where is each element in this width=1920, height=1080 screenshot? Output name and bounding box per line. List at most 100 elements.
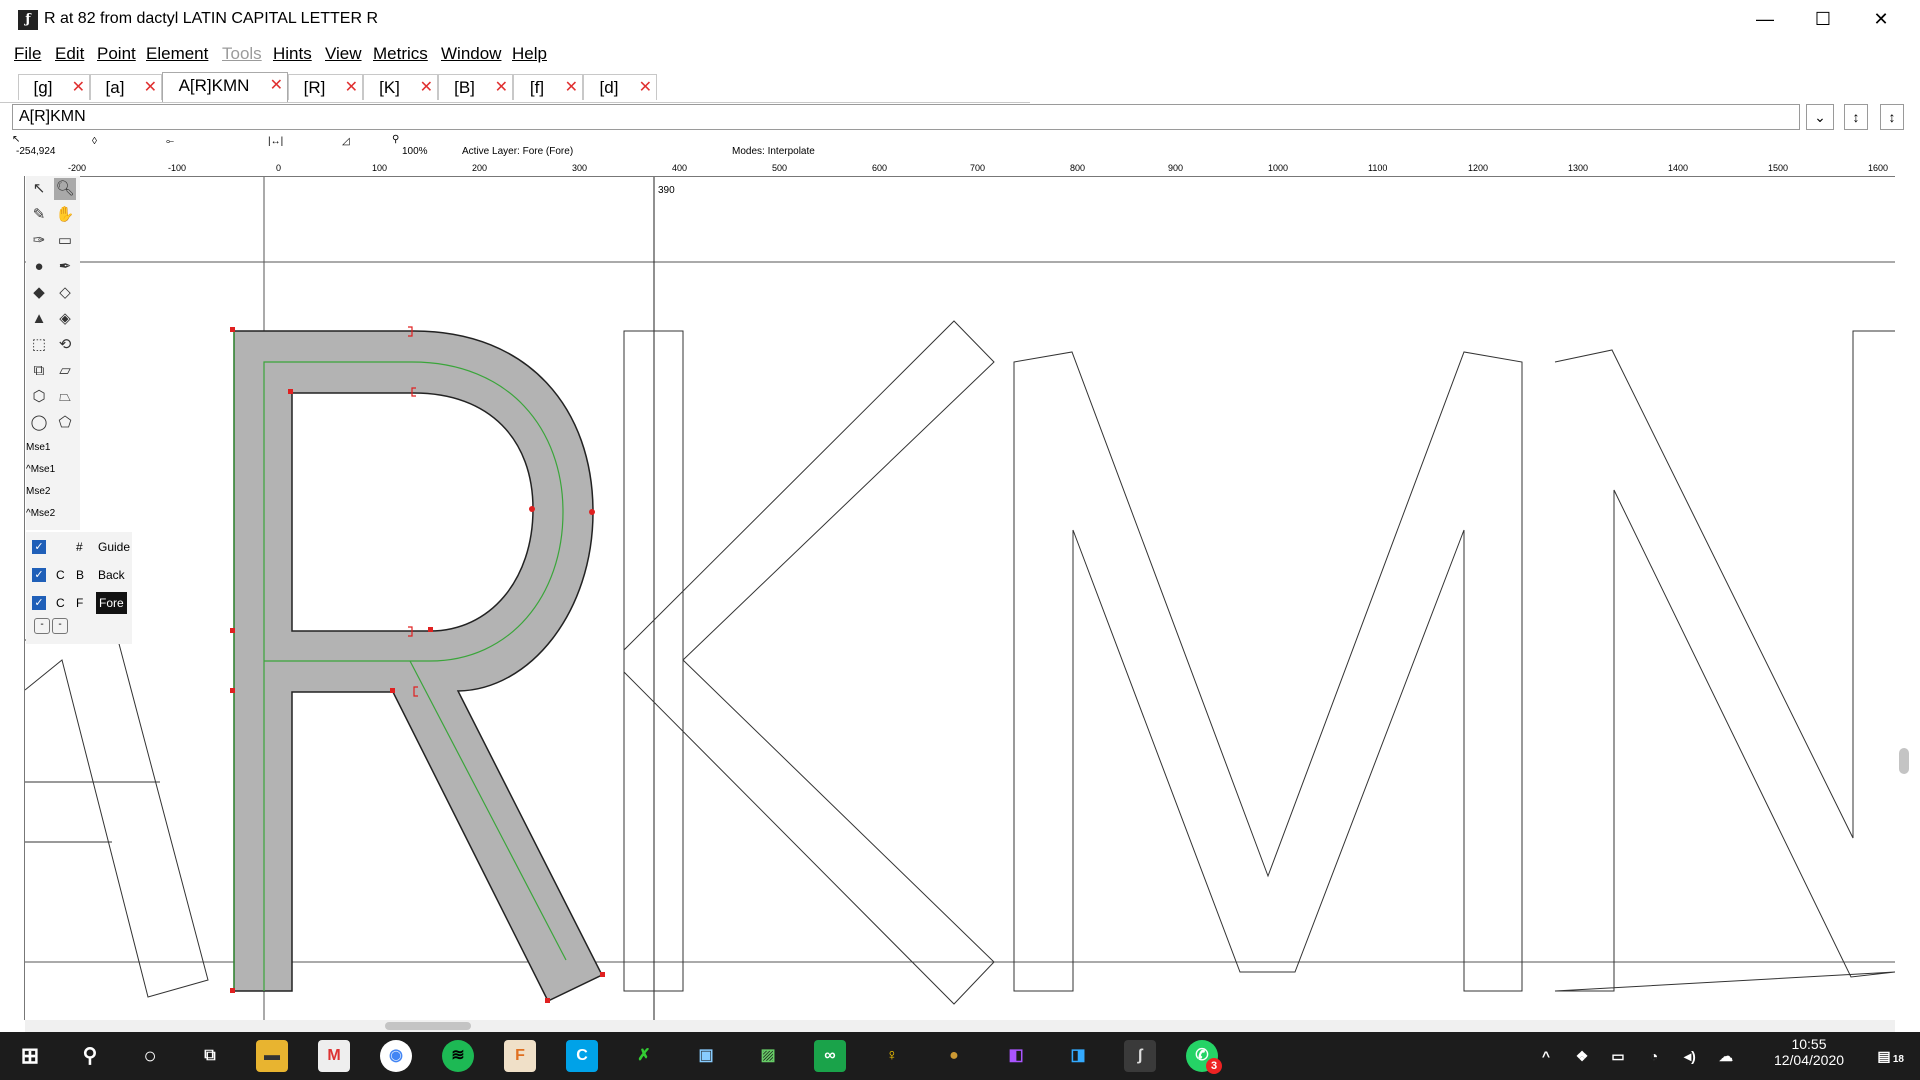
checkbox[interactable]: ✓ <box>32 568 46 582</box>
perspective-tool[interactable]: ⏢ <box>54 386 76 408</box>
vscode-icon[interactable]: ◨ <box>1062 1040 1094 1072</box>
close-icon[interactable]: ✕ <box>270 73 283 99</box>
skew-tool[interactable]: ▱ <box>54 360 76 382</box>
menu-window[interactable]: Window <box>441 44 501 64</box>
windows-start-icon[interactable]: ⊞ <box>14 1040 46 1072</box>
whatsapp-icon[interactable]: ✆ 3 <box>1186 1040 1222 1074</box>
gmail-icon[interactable]: M <box>318 1040 350 1072</box>
scroll-tool[interactable]: ✋ <box>54 204 76 226</box>
dropdown-button[interactable]: ⌄ <box>1806 104 1834 130</box>
tab-g[interactable]: [g] ✕ <box>18 74 90 100</box>
glyph-r <box>233 330 604 1002</box>
file-explorer-icon[interactable]: ▬ <box>256 1040 288 1072</box>
menu-tools[interactable]: Tools <box>222 44 262 64</box>
tangent-point-tool[interactable]: ▲ <box>28 308 50 330</box>
knife-tool[interactable]: ✑ <box>28 230 50 252</box>
chevron-down-icon: ⌄ <box>1814 109 1826 125</box>
menu-point[interactable]: Point <box>97 44 136 64</box>
ruler-tick: 400 <box>672 163 688 173</box>
menu-edit[interactable]: Edit <box>55 44 84 64</box>
layer-guide[interactable]: ✓ # Guide <box>26 534 132 560</box>
chrome-icon[interactable]: ◉ <box>380 1040 412 1072</box>
arduino-icon[interactable]: ∞ <box>814 1040 846 1072</box>
notifications-icon[interactable]: ▤ 18 <box>1868 1040 1904 1072</box>
remove-layer-button[interactable]: - <box>34 618 50 634</box>
pen-tool[interactable]: ✒ <box>54 256 76 278</box>
clock[interactable]: 10:55 12/04/2020 <box>1764 1036 1854 1068</box>
horizontal-scrollbar[interactable] <box>25 1020 1895 1032</box>
show-hidden-icons[interactable]: ^ <box>1530 1040 1562 1072</box>
close-window-button[interactable]: ✕ <box>1852 0 1910 40</box>
x-app-icon[interactable]: ✗ <box>628 1040 660 1072</box>
tab-d[interactable]: [d] ✕ <box>583 74 657 100</box>
scroll-thumb[interactable] <box>1899 748 1909 774</box>
menu-element[interactable]: Element <box>146 44 208 64</box>
c-app-icon[interactable]: C <box>566 1040 598 1072</box>
menu-view[interactable]: View <box>325 44 362 64</box>
corner-point-tool[interactable]: ◇ <box>54 282 76 304</box>
curve-point-tool[interactable]: ● <box>28 256 50 278</box>
tab-a[interactable]: [a] ✕ <box>90 74 162 100</box>
scale-tool[interactable]: ⬚ <box>28 334 50 356</box>
ruler-tick: 700 <box>970 163 986 173</box>
flip-tool[interactable]: ⧉ <box>28 360 50 382</box>
close-icon[interactable]: ✕ <box>345 75 358 101</box>
layer-back[interactable]: ✓ C B Back <box>26 562 132 588</box>
spotify-icon[interactable]: ≋ <box>442 1040 474 1072</box>
polygon-tool[interactable]: ⬠ <box>54 412 76 434</box>
close-icon[interactable]: ✕ <box>72 75 85 101</box>
battery-icon[interactable]: ▭ <box>1602 1040 1634 1072</box>
close-icon[interactable]: ✕ <box>495 75 508 101</box>
width-icon: |↔| <box>268 136 284 147</box>
close-icon[interactable]: ✕ <box>420 75 433 101</box>
spin-button[interactable]: ↕ <box>1880 104 1904 130</box>
ruler-tool[interactable]: ▭ <box>54 230 76 252</box>
photo-app-icon[interactable]: ▨ <box>752 1040 784 1072</box>
tab-f[interactable]: [f] ✕ <box>513 74 583 100</box>
tab-k[interactable]: [K] ✕ <box>363 74 438 100</box>
volume-icon[interactable]: ◂) <box>1674 1040 1706 1072</box>
globe-app-icon[interactable]: ● <box>938 1040 970 1072</box>
3d-rotate-tool[interactable]: ⬡ <box>28 386 50 408</box>
close-icon[interactable]: ✕ <box>144 75 157 101</box>
menu-help[interactable]: Help <box>512 44 547 64</box>
scroll-thumb[interactable] <box>385 1022 471 1030</box>
search-icon[interactable]: ⚲ <box>74 1040 106 1072</box>
freehand-tool[interactable]: ✎ <box>28 204 50 226</box>
tab-r[interactable]: [R] ✕ <box>288 74 363 100</box>
menu-hints[interactable]: Hints <box>273 44 312 64</box>
terminal-icon[interactable]: ▣ <box>690 1040 722 1072</box>
visual-studio-icon[interactable]: ◧ <box>1000 1040 1032 1072</box>
hvcurve-point-tool[interactable]: ◆ <box>28 282 50 304</box>
add-layer-button[interactable]: - <box>52 618 68 634</box>
tab-arkmn[interactable]: A[R]KMN ✕ <box>162 72 288 102</box>
spin-button[interactable]: ↕ <box>1844 104 1868 130</box>
spiro-tool[interactable]: ◈ <box>54 308 76 330</box>
glyph-string-input[interactable] <box>12 104 1800 130</box>
tab-b[interactable]: [B] ✕ <box>438 74 513 100</box>
checkbox[interactable]: ✓ <box>32 540 46 554</box>
magnify-tool[interactable]: 🔍︎ <box>54 178 76 200</box>
task-view-icon[interactable]: ⧉ <box>194 1040 226 1072</box>
pointer-tool[interactable]: ↖ <box>28 178 50 200</box>
fontforge-running-icon[interactable]: ʃ <box>1124 1040 1156 1072</box>
checkbox[interactable]: ✓ <box>32 596 46 610</box>
vertical-scrollbar[interactable] <box>1895 162 1920 1020</box>
wifi-icon[interactable]: ◔ <box>1638 1040 1670 1072</box>
rotate-tool[interactable]: ⟲ <box>54 334 76 356</box>
ellipse-tool[interactable]: ◯ <box>28 412 50 434</box>
menu-file[interactable]: File <box>14 44 41 64</box>
cortana-icon[interactable]: ○ <box>134 1040 166 1072</box>
close-icon[interactable]: ✕ <box>639 75 652 101</box>
menu-metrics[interactable]: Metrics <box>373 44 428 64</box>
glyph-canvas[interactable]: 390 <box>25 177 1895 1020</box>
onedrive-icon[interactable]: ☁ <box>1710 1040 1742 1072</box>
info-bar: ↖ -254,924 ◊ ⟜ |↔| ◿ ⚲ 100% Active Layer… <box>0 134 1920 158</box>
close-icon[interactable]: ✕ <box>565 75 578 101</box>
bulb-icon[interactable]: ♀ <box>876 1040 908 1072</box>
layer-fore[interactable]: ✓ C F Fore <box>26 590 132 616</box>
dropbox-icon[interactable]: ❖ <box>1566 1040 1598 1072</box>
fontforge-taskbar-icon[interactable]: F <box>504 1040 536 1072</box>
minimize-button[interactable]: — <box>1736 0 1794 40</box>
maximize-button[interactable]: ☐ <box>1794 0 1852 40</box>
